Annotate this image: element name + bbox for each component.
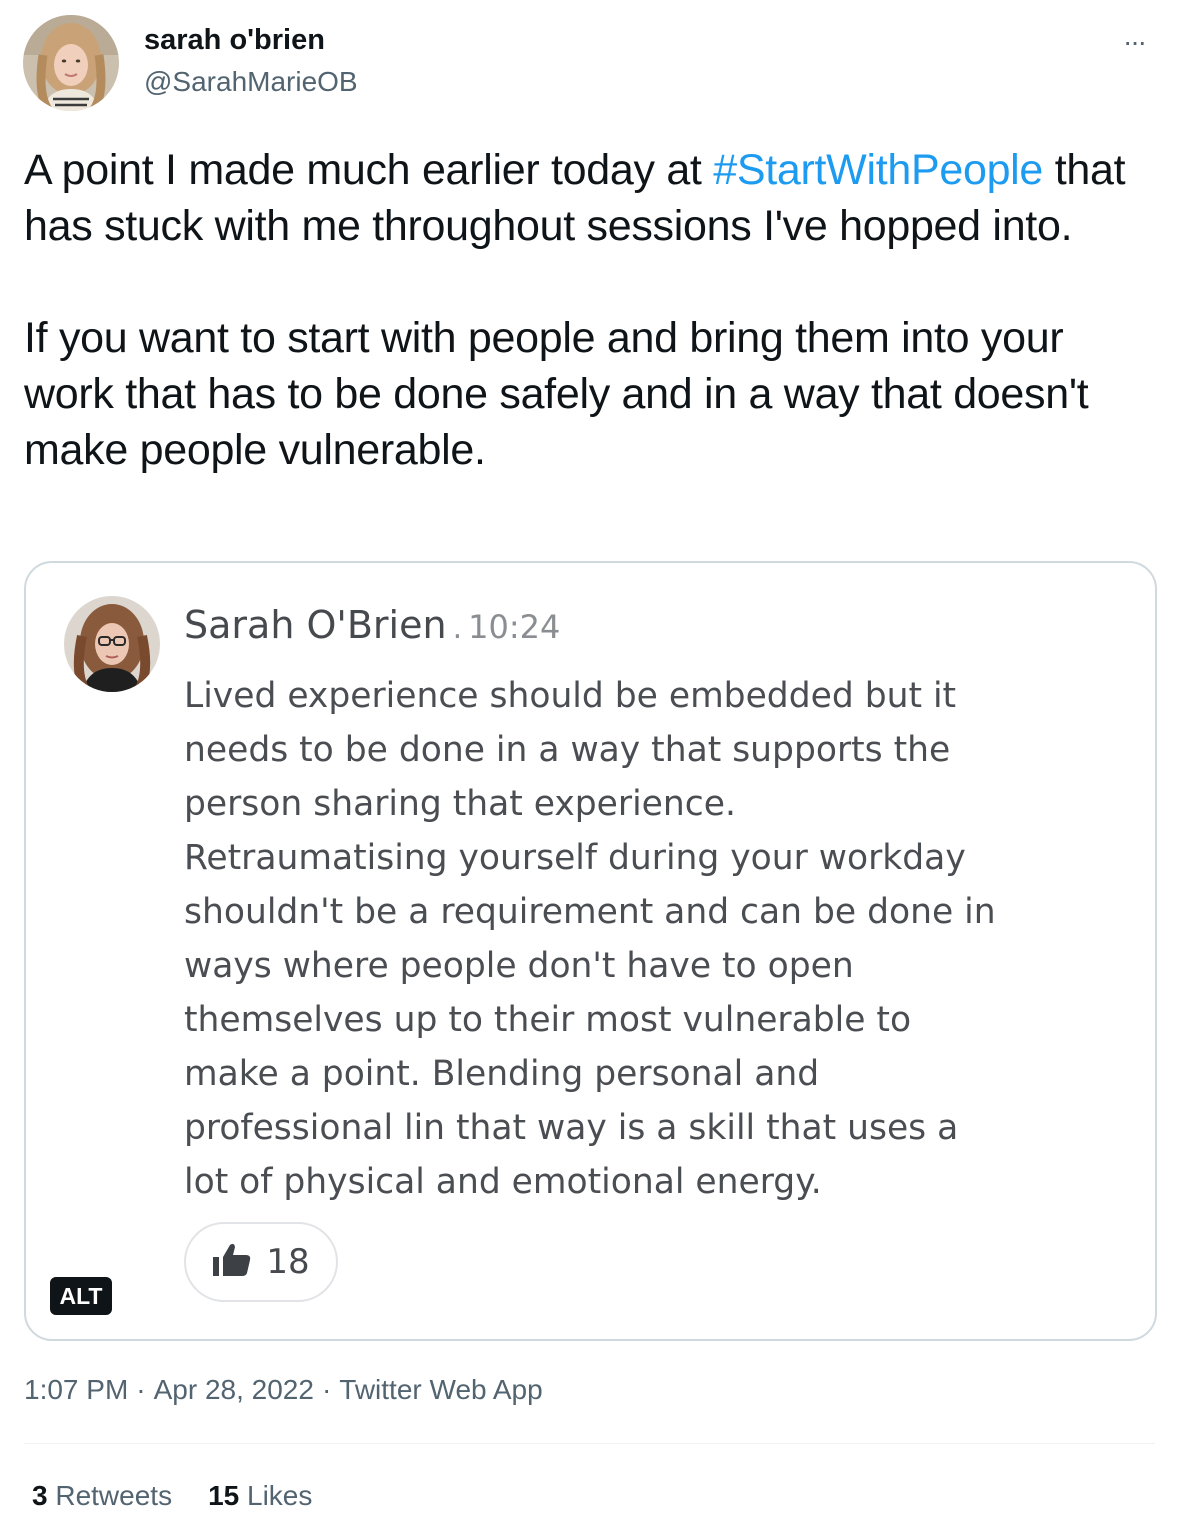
meta-separator: · xyxy=(136,1374,146,1405)
inner-post-time: 10:24 xyxy=(468,608,561,646)
thumbs-up-icon xyxy=(212,1242,252,1283)
hashtag-link[interactable]: #StartWithPeople xyxy=(713,146,1043,194)
inner-post-header: Sarah O'Brien. 10:24 xyxy=(184,603,560,647)
tweet-source-link[interactable]: Twitter Web App xyxy=(339,1374,542,1405)
attached-image[interactable]: Sarah O'Brien. 10:24 Lived experience sho… xyxy=(24,561,1157,1341)
meta-separator: · xyxy=(321,1374,332,1405)
inner-post-message: Lived experience should be embedded but … xyxy=(184,676,996,1202)
inner-reaction-count: 18 xyxy=(266,1242,310,1282)
tweet-paragraph-1: A point I made much earlier today at #St… xyxy=(24,142,1158,254)
retweets-count: 3 xyxy=(32,1480,48,1511)
more-options-button[interactable]: ··· xyxy=(1112,22,1156,62)
author-avatar[interactable] xyxy=(23,15,119,111)
tweet-meta: 1:07 PM · Apr 28, 2022 · Twitter Web App xyxy=(24,1374,543,1406)
tweet-date[interactable]: Apr 28, 2022 xyxy=(154,1374,314,1405)
likes-count: 15 xyxy=(208,1480,240,1511)
likes-stat[interactable]: 15 Likes xyxy=(208,1480,312,1512)
tweet-stats: 3 Retweets 15 Likes xyxy=(32,1480,312,1512)
tweet-text: A point I made much earlier today at #St… xyxy=(24,142,1158,478)
retweets-stat[interactable]: 3 Retweets xyxy=(32,1480,172,1512)
author-display-name[interactable]: sarah o'brien xyxy=(144,24,325,57)
tweet-time[interactable]: 1:07 PM xyxy=(24,1374,128,1405)
inner-separator: . xyxy=(452,611,463,646)
author-handle[interactable]: @SarahMarieOB xyxy=(144,66,358,98)
tweet-paragraph-2: If you want to start with people and bri… xyxy=(24,314,1089,474)
retweets-label: Retweets xyxy=(55,1480,173,1511)
inner-reaction-pill: 18 xyxy=(184,1222,338,1302)
inner-author-avatar xyxy=(64,596,160,692)
tweet: sarah o'brien @SarahMarieOB ··· A point … xyxy=(0,0,1182,1530)
divider xyxy=(24,1443,1155,1444)
tweet-text-part: A point I made much earlier today at xyxy=(24,146,714,194)
alt-text-badge[interactable]: ALT xyxy=(50,1277,112,1315)
more-horizontal-icon: ··· xyxy=(1123,26,1147,57)
likes-label: Likes xyxy=(247,1480,313,1511)
inner-author-name: Sarah O'Brien xyxy=(184,603,447,647)
